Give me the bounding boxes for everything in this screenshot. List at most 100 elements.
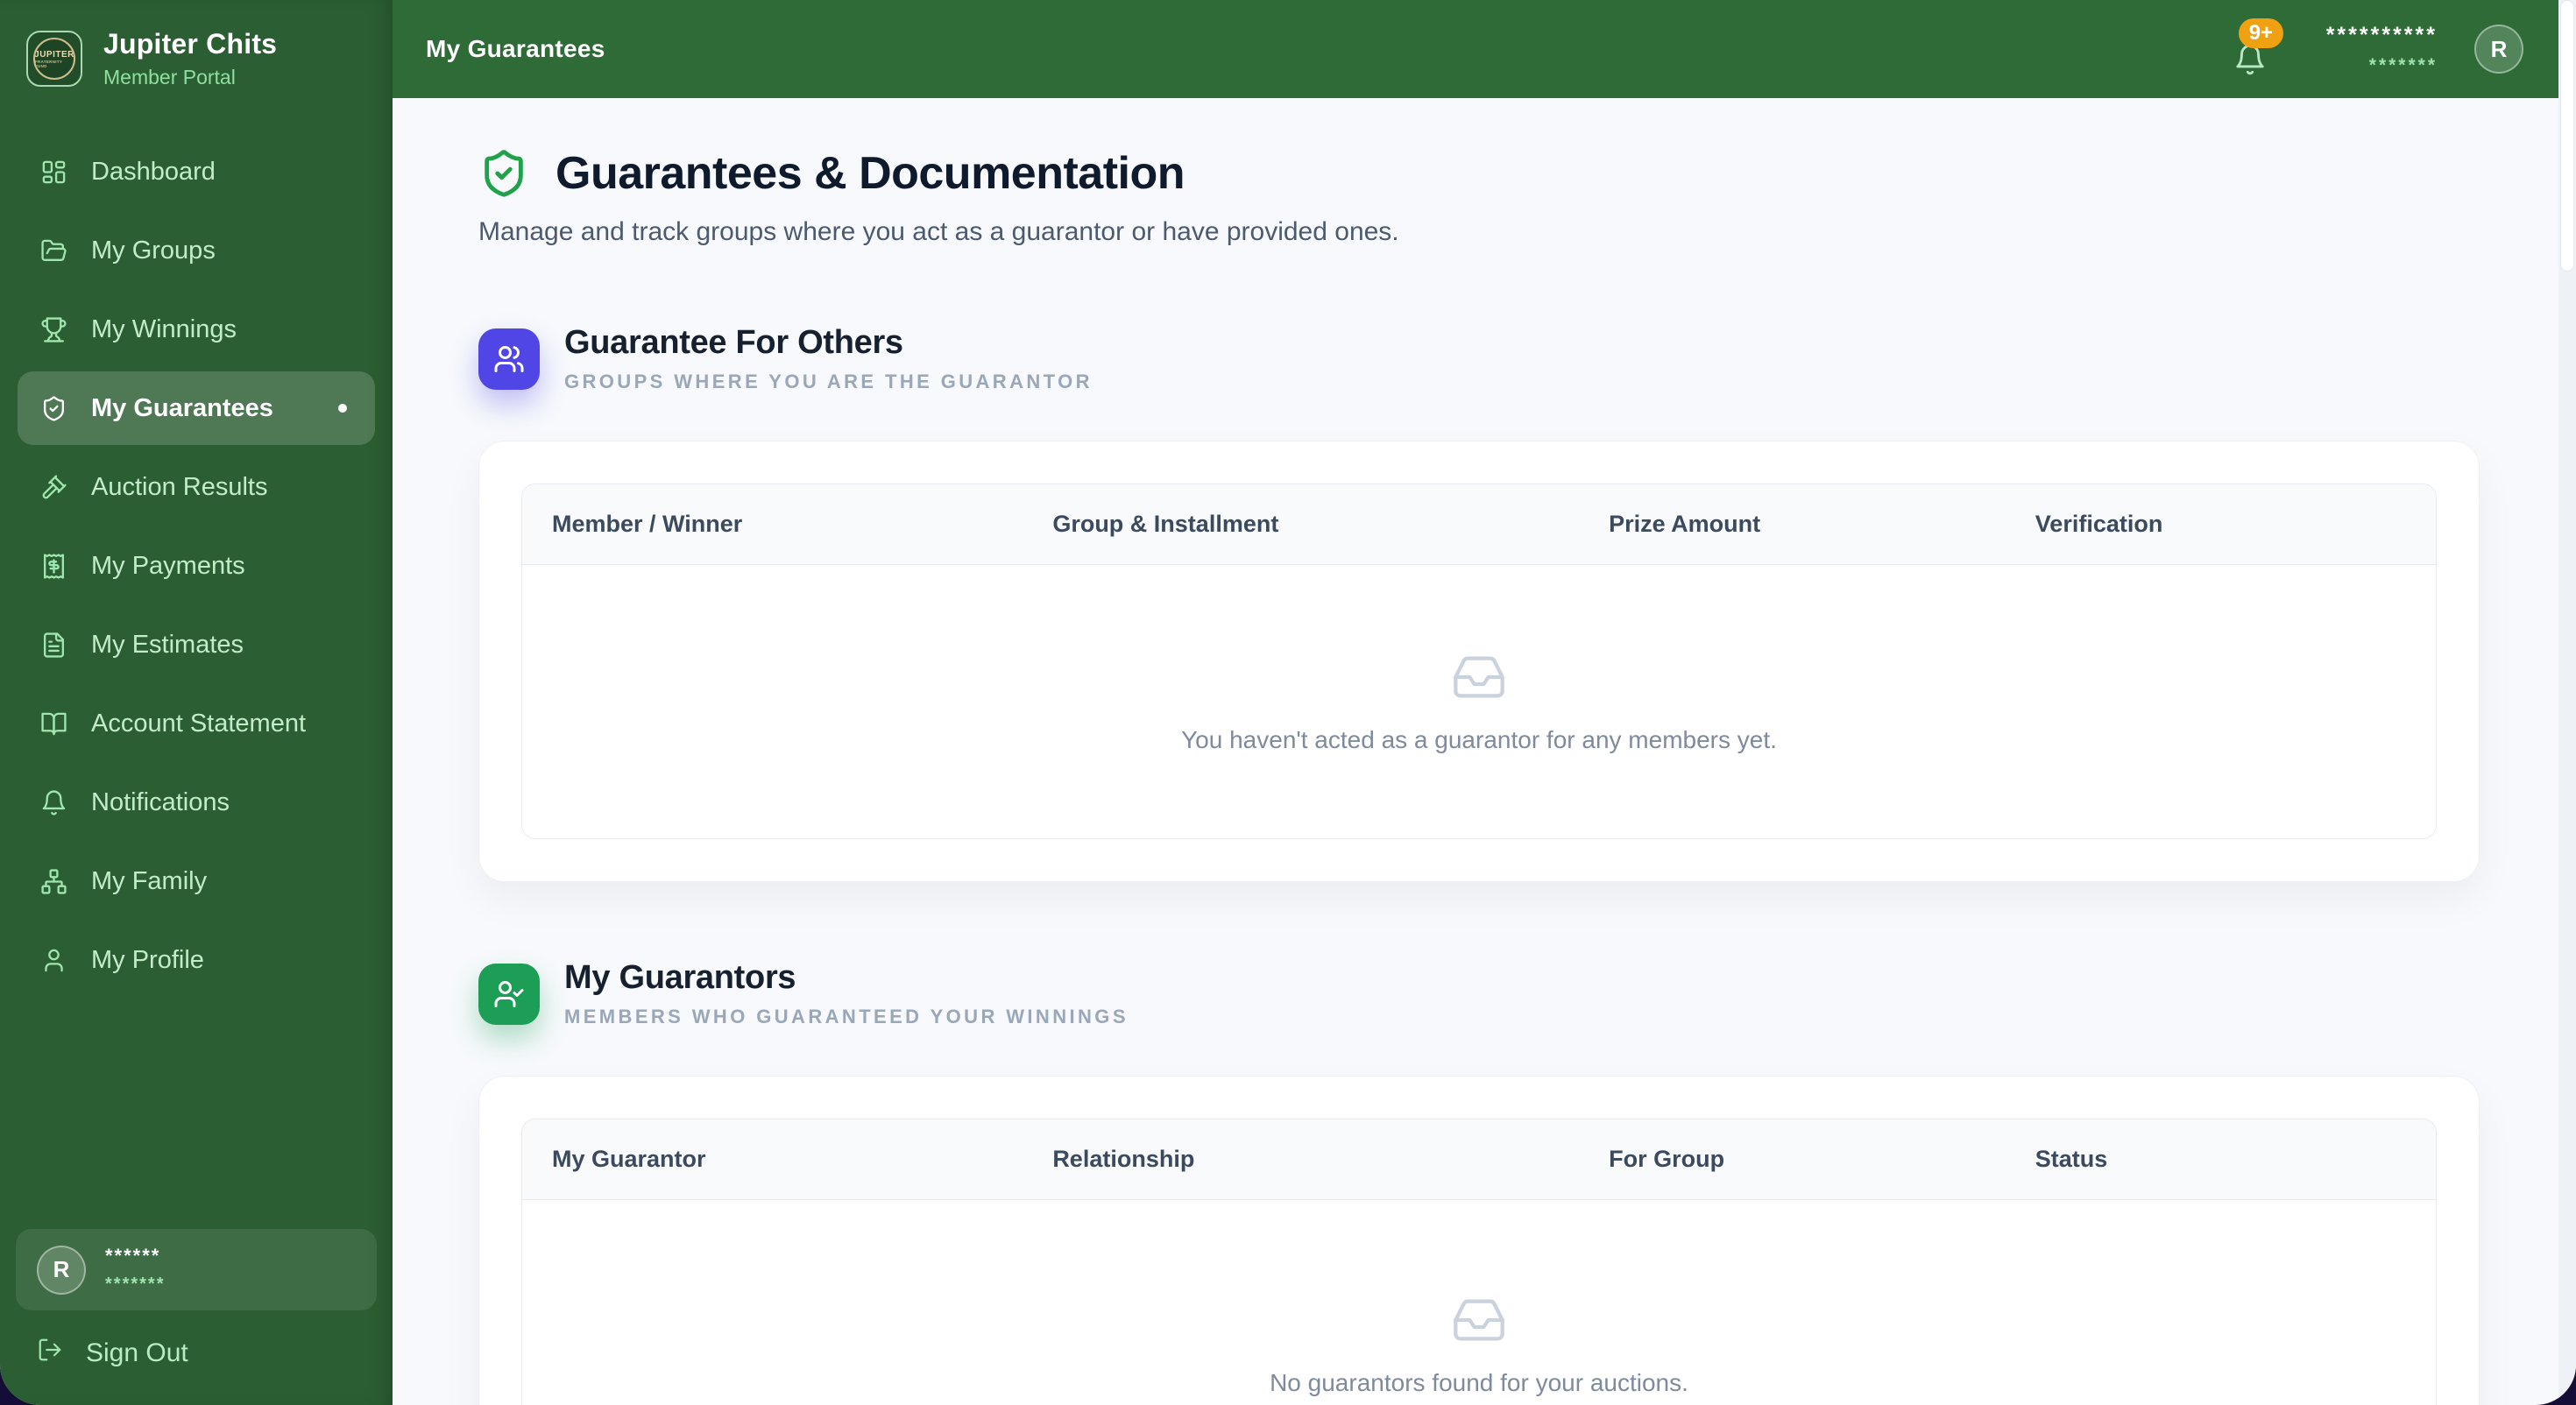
topbar-right: 9+ ********** ******* R [2232, 18, 2523, 80]
user-icon [40, 947, 67, 974]
page-header: Guarantees & Documentation [478, 147, 2480, 200]
shield-check-icon [485, 150, 523, 197]
topbar-masked-name: ********** [2325, 22, 2438, 47]
page-content: Guarantees & Documentation Manage and tr… [393, 98, 2576, 1405]
sidebar-masked-sub: ******* [105, 1274, 166, 1294]
sidebar-item-label: Dashboard [91, 157, 216, 186]
brand-title: Jupiter Chits [103, 28, 278, 60]
sidebar-item-auction-results[interactable]: Auction Results [18, 450, 375, 524]
column-header: Prize Amount [1609, 511, 1761, 537]
receipt-icon [40, 553, 67, 580]
brand-text: Jupiter Chits Member Portal [103, 28, 277, 89]
sidebar-avatar: R [37, 1245, 86, 1295]
page-title: Guarantees & Documentation [556, 148, 1185, 199]
user-check-icon [478, 963, 540, 1025]
brand-subtitle: Member Portal [103, 66, 236, 88]
sidebar-item-my-payments[interactable]: My Payments [18, 529, 375, 603]
my-guarantors-table: My Guarantor Relationship For Group Stat… [521, 1119, 2437, 1405]
scrollbar-track[interactable] [2558, 0, 2576, 1405]
column-header: My Guarantor [552, 1146, 706, 1172]
page-subtitle: Manage and track groups where you act as… [478, 217, 1399, 246]
sidebar-nav: Dashboard My Groups My Winnings My Guarante… [0, 135, 393, 997]
sidebar-user-meta: ****** ******* [105, 1245, 165, 1295]
empty-state: You haven't acted as a guarantor for any… [522, 565, 2436, 838]
sidebar-item-label: My Payments [91, 551, 245, 580]
file-text-icon [40, 632, 67, 659]
network-icon [40, 868, 67, 895]
brand: JUPITER FRATERNITY FUND Jupiter Chits Me… [0, 0, 393, 112]
notifications-button[interactable]: 9+ [2232, 18, 2289, 80]
empty-state-text: No guarantors found for your auctions. [1270, 1369, 1688, 1396]
folder-open-icon [40, 237, 67, 265]
notification-count-badge: 9+ [2238, 18, 2284, 49]
sidebar-item-label: My Groups [91, 236, 216, 265]
column-header: Relationship [1052, 1146, 1195, 1172]
inbox-icon [1454, 1299, 1504, 1341]
sign-out-button[interactable]: Sign Out [0, 1310, 393, 1405]
section-head-text: Guarantee For Others GROUPS WHERE YOU AR… [564, 324, 1093, 393]
app-window: JUPITER FRATERNITY FUND Jupiter Chits Me… [0, 0, 2576, 1405]
inbox-icon [1454, 656, 1504, 698]
topbar-avatar[interactable]: R [2474, 25, 2523, 74]
topbar-masked-sub: ******* [2368, 54, 2438, 75]
sidebar-item-notifications[interactable]: Notifications [18, 766, 375, 839]
dashboard-icon [40, 159, 67, 186]
my-guarantors-card: My Guarantor Relationship For Group Stat… [478, 1076, 2480, 1405]
sidebar-item-label: Account Statement [91, 709, 307, 738]
sidebar-item-my-groups[interactable]: My Groups [18, 214, 375, 287]
section-title: Guarantee For Others [564, 324, 903, 361]
table-header-row: Member / Winner Group & Installment Priz… [522, 484, 2436, 565]
main-area: My Guarantees 9+ ********** ******* R Gu… [393, 0, 2576, 1405]
sidebar-item-label: My Estimates [91, 630, 244, 659]
sidebar-item-label: My Guarantees [91, 393, 273, 422]
column-header: Status [2035, 1146, 2108, 1172]
sidebar-item-my-winnings[interactable]: My Winnings [18, 293, 375, 366]
sidebar-item-account-statement[interactable]: Account Statement [18, 687, 375, 760]
sidebar-item-my-profile[interactable]: My Profile [18, 923, 375, 997]
column-header: For Group [1609, 1146, 1725, 1172]
empty-state-text: You haven't acted as a guarantor for any… [1181, 726, 1777, 753]
sidebar-item-my-family[interactable]: My Family [18, 844, 375, 918]
sign-out-label: Sign Out [86, 1338, 188, 1367]
jupiter-logo-emblem: JUPITER FRATERNITY FUND [33, 38, 75, 80]
section-subtitle: GROUPS WHERE YOU ARE THE GUARANTOR [564, 371, 1093, 392]
section-head-text: My Guarantors MEMBERS WHO GUARANTEED YOU… [564, 959, 1129, 1028]
book-open-icon [40, 710, 67, 738]
section-head: My Guarantors MEMBERS WHO GUARANTEED YOU… [478, 959, 2480, 1028]
logo-text-line2: FRATERNITY FUND [35, 59, 63, 68]
guarantee-for-others-table: Member / Winner Group & Installment Priz… [521, 484, 2437, 839]
table-header-row: My Guarantor Relationship For Group Stat… [522, 1119, 2436, 1200]
empty-state: No guarantors found for your auctions. [522, 1200, 2436, 1405]
section-guarantee-for-others: Guarantee For Others GROUPS WHERE YOU AR… [478, 324, 2480, 882]
section-subtitle: MEMBERS WHO GUARANTEED YOUR WINNINGS [564, 1006, 1129, 1027]
jupiter-logo: JUPITER FRATERNITY FUND [26, 31, 82, 87]
column-header: Member / Winner [552, 511, 743, 537]
section-head: Guarantee For Others GROUPS WHERE YOU AR… [478, 324, 2480, 393]
sidebar-item-label: Notifications [91, 787, 230, 816]
sidebar: JUPITER FRATERNITY FUND Jupiter Chits Me… [0, 0, 393, 1405]
bell-icon [40, 789, 67, 816]
sidebar-item-label: My Profile [91, 945, 204, 974]
sidebar-item-label: My Winnings [91, 314, 237, 343]
logo-text-line1: JUPITER [34, 49, 74, 60]
guarantee-for-others-card: Member / Winner Group & Installment Priz… [478, 441, 2480, 882]
column-header: Group & Installment [1052, 511, 1279, 537]
trophy-icon [40, 316, 67, 343]
scrollbar-thumb[interactable] [2560, 0, 2574, 272]
users-icon [478, 328, 540, 390]
sidebar-item-dashboard[interactable]: Dashboard [18, 135, 375, 208]
shield-check-icon [40, 395, 67, 422]
topbar: My Guarantees 9+ ********** ******* R [393, 0, 2576, 98]
sidebar-user-card: R ****** ******* [16, 1229, 377, 1310]
sidebar-item-label: Auction Results [91, 472, 268, 501]
section-title: My Guarantors [564, 959, 796, 996]
topbar-title: My Guarantees [426, 35, 605, 62]
sidebar-item-my-estimates[interactable]: My Estimates [18, 608, 375, 681]
logout-icon [37, 1337, 63, 1370]
sidebar-masked-name: ****** [105, 1245, 161, 1267]
sidebar-item-my-guarantees[interactable]: My Guarantees [18, 371, 375, 445]
topbar-user-info: ********** ******* [2326, 23, 2438, 76]
column-header: Verification [2035, 511, 2163, 537]
sidebar-item-label: My Family [91, 866, 208, 895]
